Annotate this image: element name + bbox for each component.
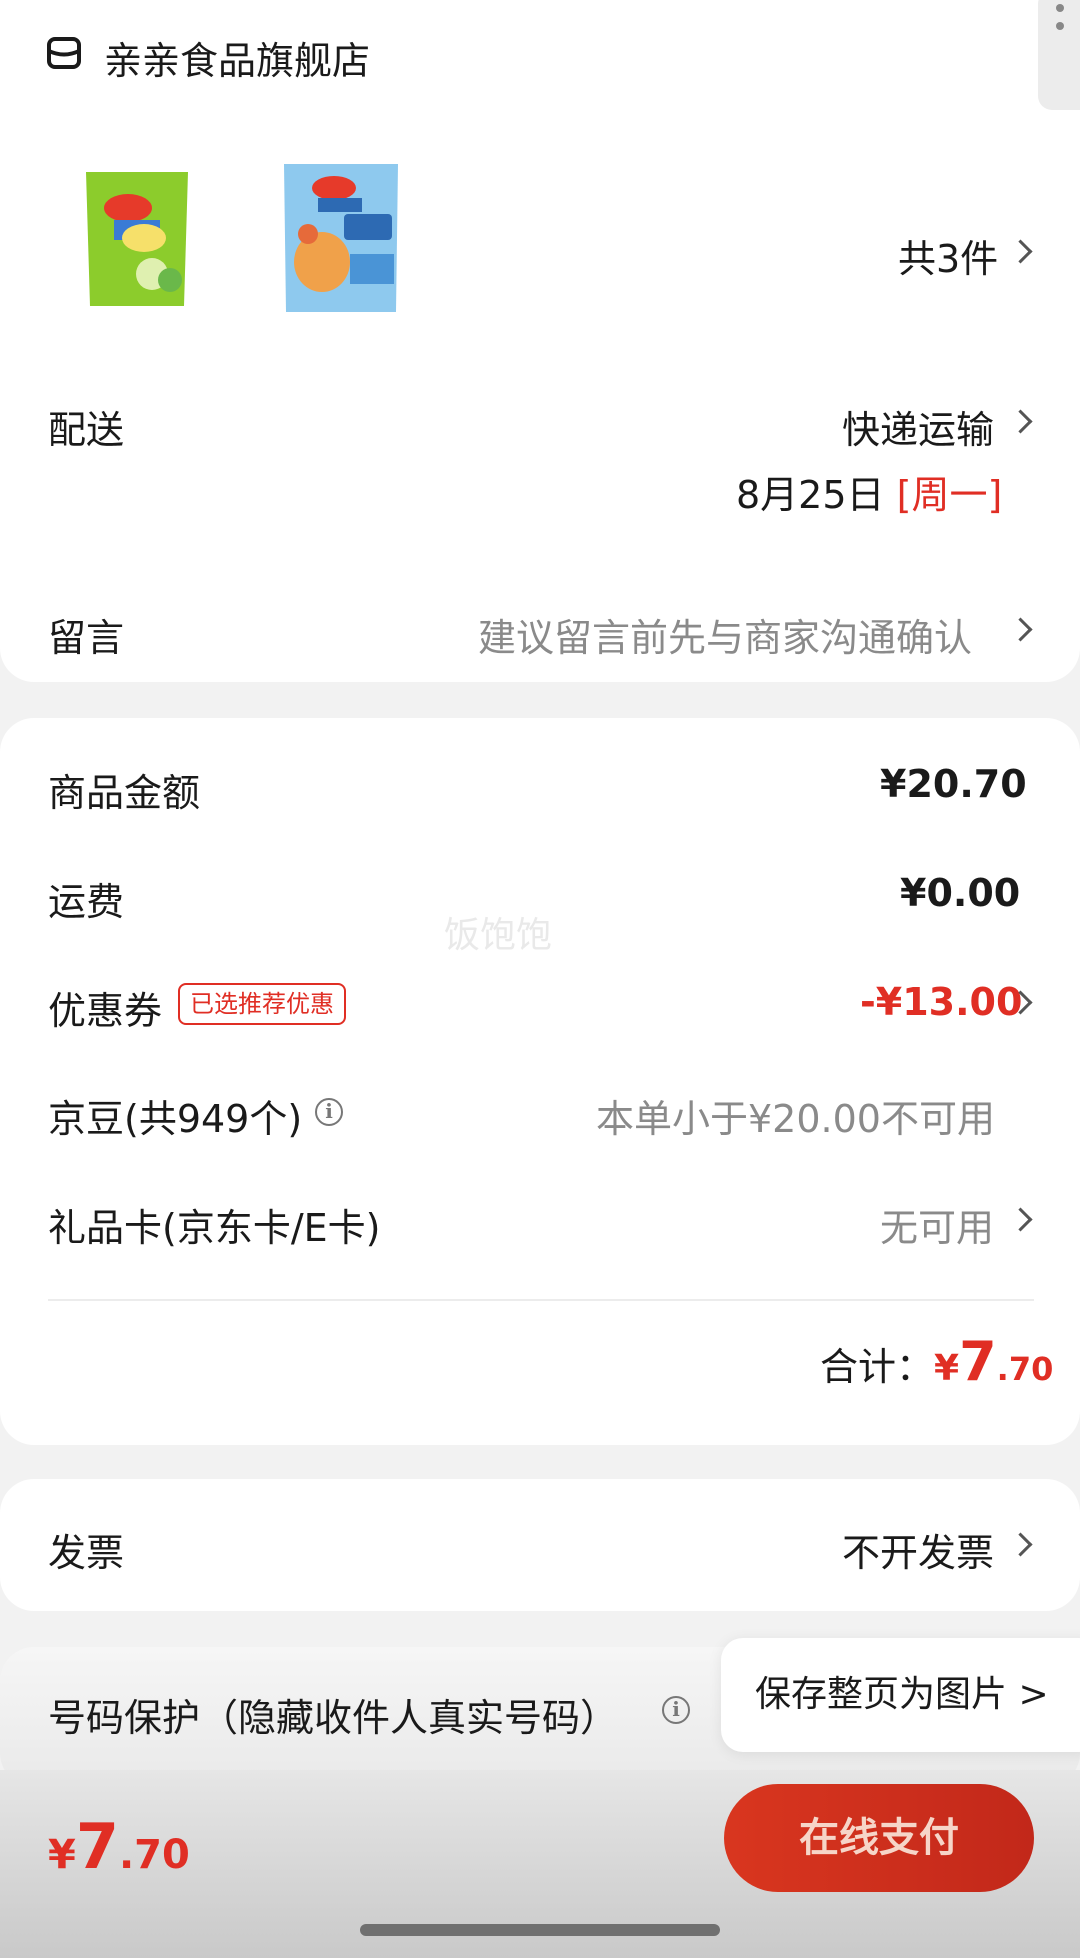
delivery-date[interactable]: 8月25日 [周一] — [736, 464, 1002, 519]
store-order-card — [0, 0, 1080, 682]
shipping-label: 运费 — [48, 880, 125, 924]
giftcard-value[interactable]: 无可用 — [880, 1197, 994, 1252]
goods-amount-value: ¥20.70 — [880, 762, 1027, 806]
save-page-image-popup[interactable]: 保存整页为图片 > — [721, 1638, 1080, 1752]
store-name[interactable]: 亲亲食品旗舰店 — [104, 30, 370, 85]
delivery-method[interactable]: 快递运输 — [842, 399, 994, 454]
invoice-value[interactable]: 不开发票 — [842, 1522, 994, 1577]
privacy-label: 号码保护（隐藏收件人真实号码） — [48, 1696, 619, 1740]
info-icon[interactable]: i — [662, 1696, 690, 1724]
total-int: 7 — [959, 1330, 997, 1393]
home-indicator[interactable] — [360, 1924, 720, 1936]
total-symbol: ¥ — [934, 1348, 960, 1389]
message-label: 留言 — [48, 616, 125, 660]
jingdou-value: 本单小于¥20.00不可用 — [596, 1097, 995, 1141]
price-divider — [48, 1299, 1034, 1301]
delivery-weekday: [周一] — [896, 473, 1003, 517]
product-image-chips[interactable] — [80, 168, 194, 310]
product-image-prawn-crackers[interactable] — [278, 158, 404, 316]
footer-int: 7 — [75, 1810, 119, 1883]
product-count[interactable]: 共3件 — [898, 228, 998, 283]
message-input[interactable]: 建议留言前先与商家沟通确认 — [478, 607, 972, 662]
total-row: 合计：¥7.70 — [820, 1330, 1053, 1393]
watermark: 饭饱饱 — [444, 915, 553, 956]
shipping-value: ¥0.00 — [900, 871, 1021, 915]
more-icon[interactable] — [1056, 4, 1064, 44]
coupon-label: 优惠券 — [48, 989, 163, 1033]
goods-amount-label: 商品金额 — [48, 771, 201, 815]
coupon-value[interactable]: -¥13.00 — [860, 980, 1022, 1024]
giftcard-label: 礼品卡(京东卡/E卡) — [48, 1206, 381, 1250]
delivery-date-text: 8月25日 — [736, 473, 885, 517]
info-icon[interactable]: i — [315, 1098, 343, 1126]
jingdou-label: 京豆(共949个) — [48, 1097, 303, 1141]
footer-total: ¥7.70 — [48, 1810, 190, 1883]
pay-online-button[interactable]: 在线支付 — [724, 1784, 1034, 1892]
invoice-label: 发票 — [48, 1531, 125, 1575]
store-icon — [46, 36, 82, 70]
footer-symbol: ¥ — [48, 1832, 76, 1878]
coupon-badge: 已选推荐优惠 — [178, 983, 346, 1025]
footer-decimal: .70 — [118, 1832, 190, 1878]
total-label: 合计： — [820, 1345, 935, 1389]
total-decimal: .70 — [996, 1350, 1054, 1388]
delivery-label: 配送 — [48, 408, 125, 452]
